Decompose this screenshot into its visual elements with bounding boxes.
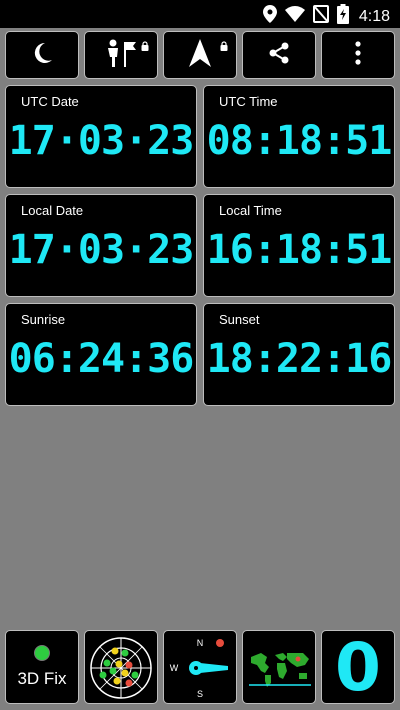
toolbar (5, 31, 395, 79)
satellite-count-button[interactable]: 0 (321, 630, 395, 704)
navigation-button[interactable] (163, 31, 237, 79)
fix-status-dot (34, 645, 50, 661)
local-time-tile[interactable]: Local Time 16:18:51 (203, 194, 395, 297)
tile-label: Sunset (219, 312, 260, 327)
world-map-icon (243, 653, 315, 703)
lock-icon (220, 38, 228, 56)
bottom-bar: 3D Fix N W S 0 (5, 630, 395, 704)
night-mode-button[interactable] (5, 31, 79, 79)
satellite-radar-icon (85, 637, 157, 703)
satellite-count: 0 (335, 630, 381, 704)
location-icon (262, 5, 277, 28)
local-date-tile[interactable]: Local Date 17·03·23 (5, 194, 197, 297)
tile-value: 18:22:16 (206, 336, 393, 382)
compass-button[interactable]: N W S (163, 630, 237, 704)
share-button[interactable] (242, 31, 316, 79)
gps-fix-button[interactable]: 3D Fix (5, 630, 79, 704)
satellite-radar-button[interactable] (84, 630, 158, 704)
no-sim-icon (312, 5, 329, 28)
tile-label: Local Time (219, 203, 282, 218)
more-vert-icon (355, 40, 361, 70)
utc-time-tile[interactable]: UTC Time 08:18:51 (203, 85, 395, 188)
tile-value: 08:18:51 (206, 118, 393, 164)
status-icons: 4:18 (262, 4, 390, 29)
tile-value: 06:24:36 (8, 336, 195, 382)
fix-label: 3D Fix (17, 669, 67, 688)
world-map-button[interactable] (242, 630, 316, 704)
sunset-tile[interactable]: Sunset 18:22:16 (203, 303, 395, 406)
lock-icon (141, 38, 149, 56)
utc-date-tile[interactable]: UTC Date 17·03·23 (5, 85, 197, 188)
clock: 4:18 (358, 7, 390, 25)
share-icon (267, 41, 291, 70)
tile-value: 17·03·23 (8, 227, 195, 273)
tile-value: 16:18:51 (206, 227, 393, 273)
sunrise-tile[interactable]: Sunrise 06:24:36 (5, 303, 197, 406)
compass-icon: N W S (164, 638, 236, 703)
tile-label: UTC Date (21, 94, 79, 109)
moon-icon (30, 41, 54, 70)
status-bar: 4:18 (0, 0, 400, 28)
tile-label: Sunrise (21, 312, 66, 327)
tile-label: Local Date (21, 203, 84, 218)
tile-label: UTC Time (219, 94, 278, 109)
tile-value: 17·03·23 (8, 118, 195, 164)
compass-north: N (197, 638, 204, 648)
navigation-arrow-icon (189, 38, 211, 72)
compass-west: W (170, 663, 179, 673)
waypoint-person-flag-icon (104, 38, 138, 73)
wifi-icon (284, 6, 305, 27)
battery-charging-icon (336, 4, 349, 29)
waypoint-button[interactable] (84, 31, 158, 79)
compass-south: S (197, 689, 203, 699)
more-options-button[interactable] (321, 31, 395, 79)
